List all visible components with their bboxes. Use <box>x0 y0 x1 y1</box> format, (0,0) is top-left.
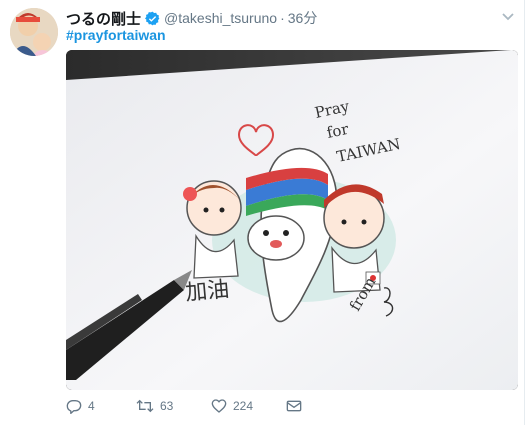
reply-count: 4 <box>88 399 95 413</box>
meta-separator: · <box>280 10 285 26</box>
tweet-hashtag-link[interactable]: #prayfortaiwan <box>66 27 166 43</box>
retweet-count: 63 <box>160 399 174 413</box>
reply-action[interactable]: 4 <box>66 398 136 414</box>
drawing-photo: Pray for TAIWAN 加油 from <box>66 50 518 390</box>
like-action[interactable]: 224 <box>211 398 286 414</box>
user-avatar[interactable] <box>10 8 58 56</box>
verified-badge-icon <box>145 11 160 26</box>
direct-message-action[interactable] <box>286 398 302 414</box>
drawing-signature-left: 加油 <box>184 277 230 306</box>
reply-icon <box>66 400 82 414</box>
retweet-icon <box>136 399 154 413</box>
tweet-header: つるの剛士 @takeshi_tsuruno · 36分 <box>66 8 514 28</box>
heart-icon <box>211 399 227 413</box>
retweet-action[interactable]: 63 <box>136 398 211 414</box>
tweet-photo[interactable]: Pray for TAIWAN 加油 from <box>66 50 518 390</box>
envelope-icon <box>286 400 302 412</box>
tweet-timestamp[interactable]: 36分 <box>288 8 318 28</box>
like-count: 224 <box>233 399 254 413</box>
user-handle[interactable]: @takeshi_tsuruno <box>164 10 277 26</box>
display-name[interactable]: つるの剛士 <box>66 8 141 29</box>
tweet-actions-bar: 4 63 224 <box>66 398 302 414</box>
tweet-card[interactable]: つるの剛士 @takeshi_tsuruno · 36分 #prayfortai… <box>0 0 525 425</box>
avatar-image <box>10 8 58 56</box>
more-options-chevron-icon[interactable] <box>502 10 514 24</box>
